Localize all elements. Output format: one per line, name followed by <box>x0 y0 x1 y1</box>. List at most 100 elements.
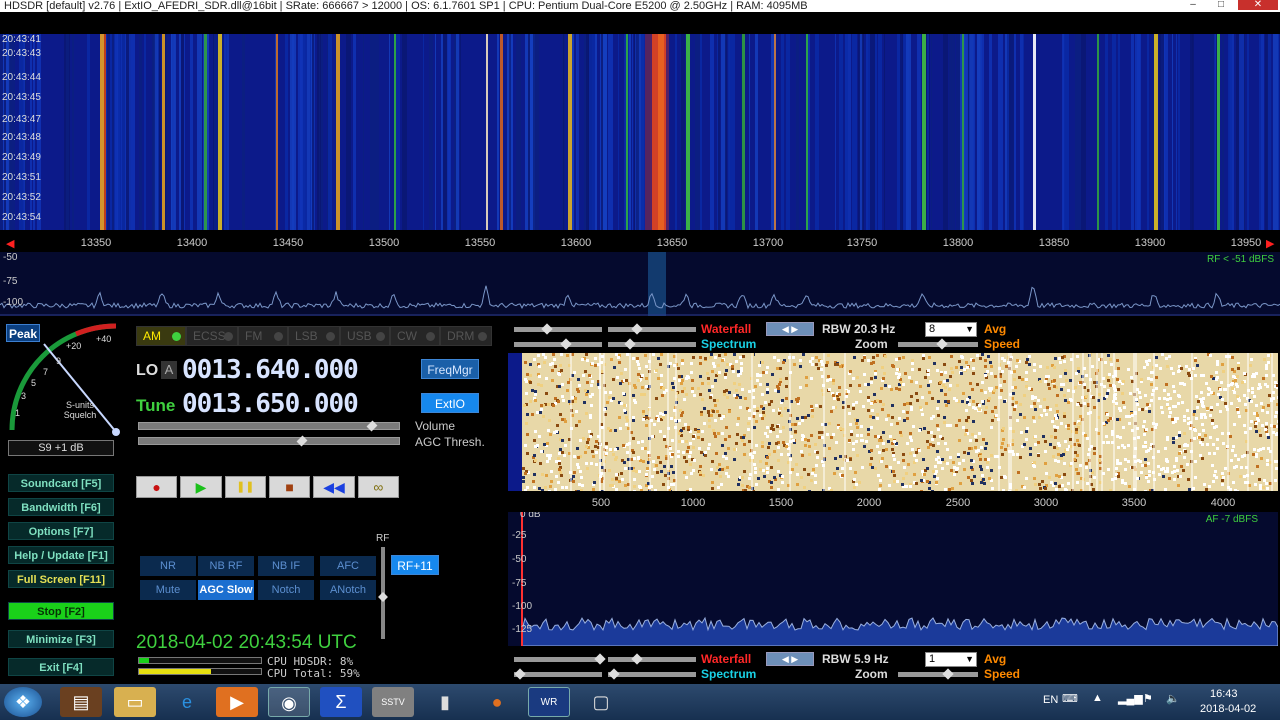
chrome-icon[interactable]: ◉ <box>268 687 310 717</box>
mode-cw-button[interactable]: CW <box>390 326 440 346</box>
af-zoom-knob[interactable] <box>942 668 954 680</box>
mute-button[interactable]: Mute <box>140 580 196 600</box>
peak-button[interactable]: Peak <box>6 324 40 342</box>
nr-button[interactable]: NR <box>140 556 196 576</box>
mode-lsb-button[interactable]: LSB <box>288 326 340 346</box>
af-slider-knob[interactable] <box>631 653 643 665</box>
spectrum-level: -50 <box>3 252 18 263</box>
audio-spectrum[interactable]: 0 dB -25 -50 -75 -100 -125 AF -7 dBFS <box>508 512 1278 646</box>
volume-icon[interactable]: 🔈 <box>1166 692 1180 705</box>
rf-rbw-arrows[interactable]: ◀ ▶ <box>766 322 814 336</box>
af-spectrum-slider-1[interactable] <box>514 672 602 677</box>
rf-gain-button[interactable]: RF+11 <box>391 555 439 575</box>
extio-button[interactable]: ExtIO <box>421 393 479 413</box>
af-rbw-select[interactable]: 1 ▼ <box>925 652 977 667</box>
lo-frequency[interactable]: 0013.640.000 <box>182 355 359 385</box>
record-button[interactable]: ● <box>136 476 178 498</box>
nb-rf-button[interactable]: NB RF <box>198 556 254 576</box>
cpu-total-text: CPU Total: 59% <box>267 667 360 680</box>
loop-button[interactable]: ∞ <box>357 476 399 498</box>
afc-button[interactable]: AFC <box>320 556 376 576</box>
minimize-button[interactable]: – <box>1180 0 1206 10</box>
nb-if-button[interactable]: NB IF <box>258 556 314 576</box>
anotch-button[interactable]: ANotch <box>320 580 376 600</box>
rf-slider-knob[interactable] <box>624 338 636 350</box>
mode-label: DRM <box>447 329 475 343</box>
maximize-button[interactable]: □ <box>1208 0 1234 10</box>
usb-device-icon[interactable]: ▮ <box>424 687 466 717</box>
af-rbw-arrows[interactable]: ◀ ▶ <box>766 652 814 666</box>
full-screen-button[interactable]: Full Screen [F11] <box>8 570 114 588</box>
rf-waterfall[interactable] <box>0 34 1280 230</box>
close-button[interactable]: ✕ <box>1238 0 1278 10</box>
language-indicator[interactable]: EN <box>1043 694 1058 706</box>
action-center-icon[interactable]: ⚑ <box>1143 692 1153 705</box>
frequency-axis[interactable]: ◀ 13350 13400 13450 13500 13550 13600 13… <box>0 234 1280 252</box>
start-orb-icon[interactable]: ❖ <box>4 687 42 717</box>
freqmgr-button[interactable]: FreqMgr <box>421 359 479 379</box>
af-waterfall-slider-2[interactable] <box>608 657 696 662</box>
stop-playback-button[interactable]: ■ <box>268 476 311 498</box>
rf-spectrum-slider-2[interactable] <box>608 342 696 347</box>
notch-button[interactable]: Notch <box>258 580 314 600</box>
play-button[interactable]: ▶ <box>180 476 222 498</box>
explorer-icon[interactable]: ▭ <box>114 687 156 717</box>
rf-slider-knob[interactable] <box>541 323 553 335</box>
sstv-icon[interactable]: SSTV <box>372 687 414 717</box>
mode-fm-button[interactable]: FM <box>238 326 288 346</box>
exit-button[interactable]: Exit [F4] <box>8 658 114 676</box>
af-waterfall-slider-1[interactable] <box>514 657 602 662</box>
soundcard-button[interactable]: Soundcard [F5] <box>8 474 114 492</box>
media-player-icon[interactable]: ▶ <box>216 687 258 717</box>
lo-a-button[interactable]: A <box>161 361 177 379</box>
smeter-scale-9: 9 <box>56 356 62 366</box>
af-slider-knob[interactable] <box>514 668 526 680</box>
rf-spectrum-slider-1[interactable] <box>514 342 602 347</box>
minimize-app-button[interactable]: Minimize [F3] <box>8 630 114 648</box>
af-spectrum-slider-2[interactable] <box>608 672 696 677</box>
agc-slow-button[interactable]: AGC Slow <box>198 580 254 600</box>
mode-usb-button[interactable]: USB <box>340 326 390 346</box>
freq-tick: 13700 <box>752 237 784 249</box>
mode-ecss-button[interactable]: ECSS <box>186 326 238 346</box>
internet-explorer-icon[interactable]: e <box>166 687 208 717</box>
rf-waterfall-slider-2[interactable] <box>608 327 696 332</box>
audio-tick: 4000 <box>1210 497 1236 509</box>
mode-drm-button[interactable]: DRM <box>440 326 492 346</box>
freq-tick: 13450 <box>272 237 304 249</box>
agc-threshold-knob[interactable] <box>296 435 308 447</box>
rf-waterfall-slider-1[interactable] <box>514 327 602 332</box>
help-update-button[interactable]: Help / Update [F1] <box>8 546 114 564</box>
rf-slider-knob[interactable] <box>631 323 643 335</box>
bandwidth-button[interactable]: Bandwidth [F6] <box>8 498 114 516</box>
network-icon[interactable]: ▂▄▆ <box>1118 692 1143 705</box>
af-zoom-slider[interactable] <box>898 672 978 677</box>
af-slider-knob[interactable] <box>608 668 620 680</box>
pause-button[interactable]: ❚❚ <box>224 476 266 498</box>
tray-time[interactable]: 16:43 <box>1210 688 1238 700</box>
agc-threshold-slider[interactable] <box>138 435 400 447</box>
hdsdr-taskbar-icon[interactable]: WR <box>528 687 570 717</box>
rf-spectrum[interactable]: -50 -75 -100 RF < -51 dBFS <box>0 252 1280 316</box>
volume-slider[interactable] <box>138 420 400 432</box>
show-hidden-icons-icon[interactable]: ▲ <box>1092 692 1103 704</box>
scroll-left-icon[interactable]: ◀ <box>6 237 14 250</box>
sticky-app-icon[interactable]: ▢ <box>580 687 622 717</box>
af-slider-knob[interactable] <box>594 653 606 665</box>
mode-am-button[interactable]: AM <box>136 326 186 346</box>
rewind-button[interactable]: ◀◀ <box>313 476 355 498</box>
scroll-right-icon[interactable]: ▶ <box>1266 237 1274 250</box>
volume-slider-knob[interactable] <box>366 420 378 432</box>
tune-frequency[interactable]: 0013.650.000 <box>182 389 359 419</box>
audio-waterfall[interactable] <box>508 353 1278 491</box>
firefox-icon[interactable]: ● <box>476 687 518 717</box>
stop-button[interactable]: Stop [F2] <box>8 602 114 620</box>
hdsdr-sum-icon[interactable]: Σ <box>320 687 362 717</box>
rf-zoom-knob[interactable] <box>936 338 948 350</box>
media-center-icon[interactable]: ▤ <box>60 687 102 717</box>
tray-date[interactable]: 2018-04-02 <box>1200 703 1256 715</box>
rf-rbw-select[interactable]: 8 ▼ <box>925 322 977 337</box>
options-button[interactable]: Options [F7] <box>8 522 114 540</box>
keyboard-icon[interactable]: ⌨ <box>1062 692 1078 705</box>
rf-slider-knob[interactable] <box>560 338 572 350</box>
